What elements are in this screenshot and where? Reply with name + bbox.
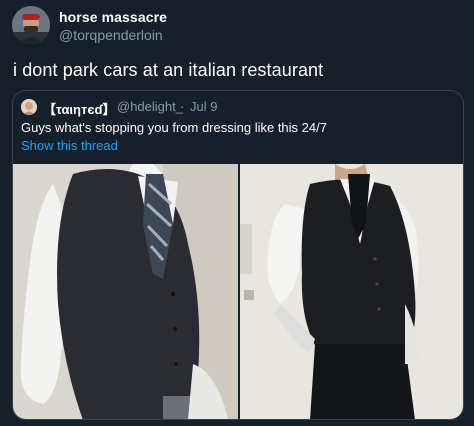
quoted-tweet-text: Guys what's stopping you from dressing l… — [21, 120, 327, 135]
quoted-author-handle[interactable]: @hdelight_ — [117, 99, 183, 114]
author-handle[interactable]: @torqpenderloin — [59, 27, 163, 43]
show-thread-link[interactable]: Show this thread — [21, 138, 118, 153]
author-display-name[interactable]: horse massacre — [59, 9, 167, 25]
quoted-tweet-date[interactable]: Jul 9 — [190, 99, 217, 114]
quoted-tweet[interactable]: 【ταιηтєɗ】 @hdelight_ · Jul 9 Guys what's… — [12, 90, 464, 420]
quoted-author-avatar[interactable] — [21, 99, 37, 115]
tweet: horse massacre @torqpenderloin i dont pa… — [0, 0, 474, 426]
tweet-text: i dont park cars at an italian restauran… — [13, 60, 324, 80]
author-avatar[interactable] — [12, 6, 50, 44]
photo-right[interactable] — [240, 164, 463, 419]
photo-left[interactable] — [13, 164, 238, 419]
separator-dot: · — [180, 99, 185, 114]
quoted-author-name[interactable]: 【ταιηтєɗ】 — [43, 99, 115, 118]
